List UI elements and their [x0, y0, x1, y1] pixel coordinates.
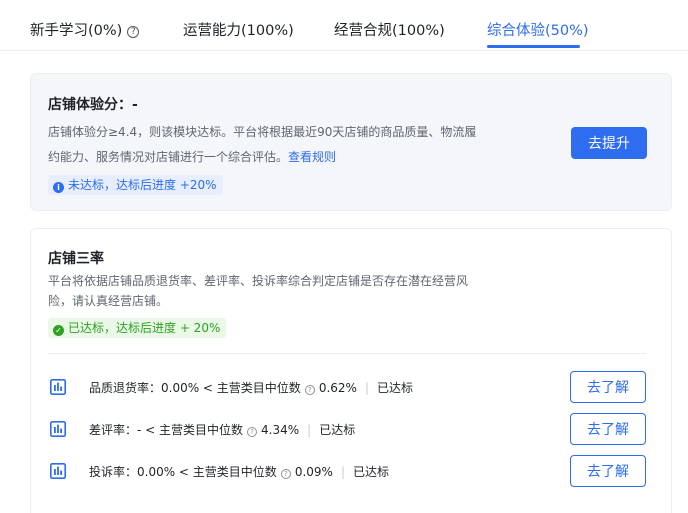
- metric-result: 已达标: [319, 423, 356, 437]
- question-circle-icon[interactable]: ?: [247, 427, 258, 437]
- question-circle-icon[interactable]: ?: [127, 26, 140, 38]
- tab-overall-experience[interactable]: 综合体验(50%): [487, 19, 589, 40]
- metric-label: 差评率：- < 主营类目中位数: [89, 423, 244, 437]
- three-rates-description: 平台将依据店铺品质退货率、差评率、投诉率综合判定店铺是否存在潜在经营风险，请认真…: [48, 274, 469, 308]
- bar-chart-icon: [50, 379, 66, 395]
- status-text: 已达标，达标后进度 + 20%: [68, 321, 221, 335]
- bar-chart-icon: [50, 463, 66, 479]
- store-experience-description: 店铺体验分≥4.4，则该模块达标。平台将根据最近90天店铺的商品质量、物流履约能…: [48, 120, 478, 170]
- status-badge-met: ✓ 已达标，达标后进度 + 20%: [48, 318, 227, 338]
- description-text: 店铺体验分≥4.4，则该模块达标。平台将根据最近90天店铺的商品质量、物流履约能…: [48, 125, 477, 164]
- check-circle-icon: ✓: [53, 325, 64, 336]
- question-circle-icon[interactable]: ?: [304, 385, 315, 395]
- tab-business-compliance[interactable]: 经营合规(100%): [334, 19, 445, 40]
- metric-result: 已达标: [376, 381, 413, 395]
- metric-text: 投诉率：0.00% < 主营类目中位数? 0.09% | 已达标: [89, 463, 389, 480]
- tab-operation-ability[interactable]: 运营能力(100%): [183, 19, 294, 40]
- tab-label: 新手学习(0%): [30, 23, 123, 39]
- question-circle-icon[interactable]: ?: [280, 469, 291, 479]
- divider: [48, 353, 646, 354]
- metric-row-negative-review: 差评率：- < 主营类目中位数? 4.34% | 已达标 去了解: [48, 413, 648, 445]
- metric-label: 品质退货率：0.00% < 主营类目中位数: [89, 381, 301, 395]
- active-tab-indicator: [487, 45, 580, 48]
- separator: |: [340, 465, 345, 479]
- metric-text: 品质退货率：0.00% < 主营类目中位数? 0.62% | 已达标: [89, 379, 413, 396]
- learn-more-button[interactable]: 去了解: [570, 455, 646, 487]
- learn-more-button[interactable]: 去了解: [570, 413, 646, 445]
- bar-chart-icon: [50, 421, 66, 437]
- tab-label: 综合体验(50%): [487, 23, 589, 39]
- tab-newbie-learning[interactable]: 新手学习(0%)?: [30, 19, 140, 40]
- metric-median: 4.34%: [261, 423, 300, 437]
- separator: |: [307, 423, 312, 437]
- store-three-rates-card: 店铺三率 平台将依据店铺品质退货率、差评率、投诉率综合判定店铺是否存在潜在经营风…: [30, 228, 672, 513]
- metric-row-complaint: 投诉率：0.00% < 主营类目中位数? 0.09% | 已达标 去了解: [48, 455, 648, 487]
- three-rates-title: 店铺三率: [48, 251, 104, 267]
- status-badge-not-met: i 未达标，达标后进度 +20%: [48, 175, 223, 195]
- tab-label: 经营合规(100%): [334, 23, 445, 39]
- store-experience-title: 店铺体验分：-: [48, 97, 138, 113]
- progress-tabs: 新手学习(0%)? 运营能力(100%) 经营合规(100%) 综合体验(50%…: [0, 0, 688, 51]
- metric-median: 0.62%: [318, 381, 357, 395]
- view-rules-link[interactable]: 查看规则: [288, 150, 336, 164]
- info-circle-icon: i: [53, 182, 64, 193]
- metric-text: 差评率：- < 主营类目中位数? 4.34% | 已达标: [89, 421, 355, 438]
- metric-label: 投诉率：0.00% < 主营类目中位数: [89, 465, 277, 479]
- tab-label: 运营能力(100%): [183, 23, 294, 39]
- improve-button[interactable]: 去提升: [571, 127, 647, 159]
- metric-row-quality-return: 品质退货率：0.00% < 主营类目中位数? 0.62% | 已达标 去了解: [48, 371, 648, 403]
- store-experience-card: 店铺体验分：- 店铺体验分≥4.4，则该模块达标。平台将根据最近90天店铺的商品…: [30, 73, 672, 211]
- status-text: 未达标，达标后进度 +20%: [68, 178, 217, 192]
- metric-median: 0.09%: [294, 465, 333, 479]
- metric-result: 已达标: [352, 465, 389, 479]
- separator: |: [364, 381, 369, 395]
- learn-more-button[interactable]: 去了解: [570, 371, 646, 403]
